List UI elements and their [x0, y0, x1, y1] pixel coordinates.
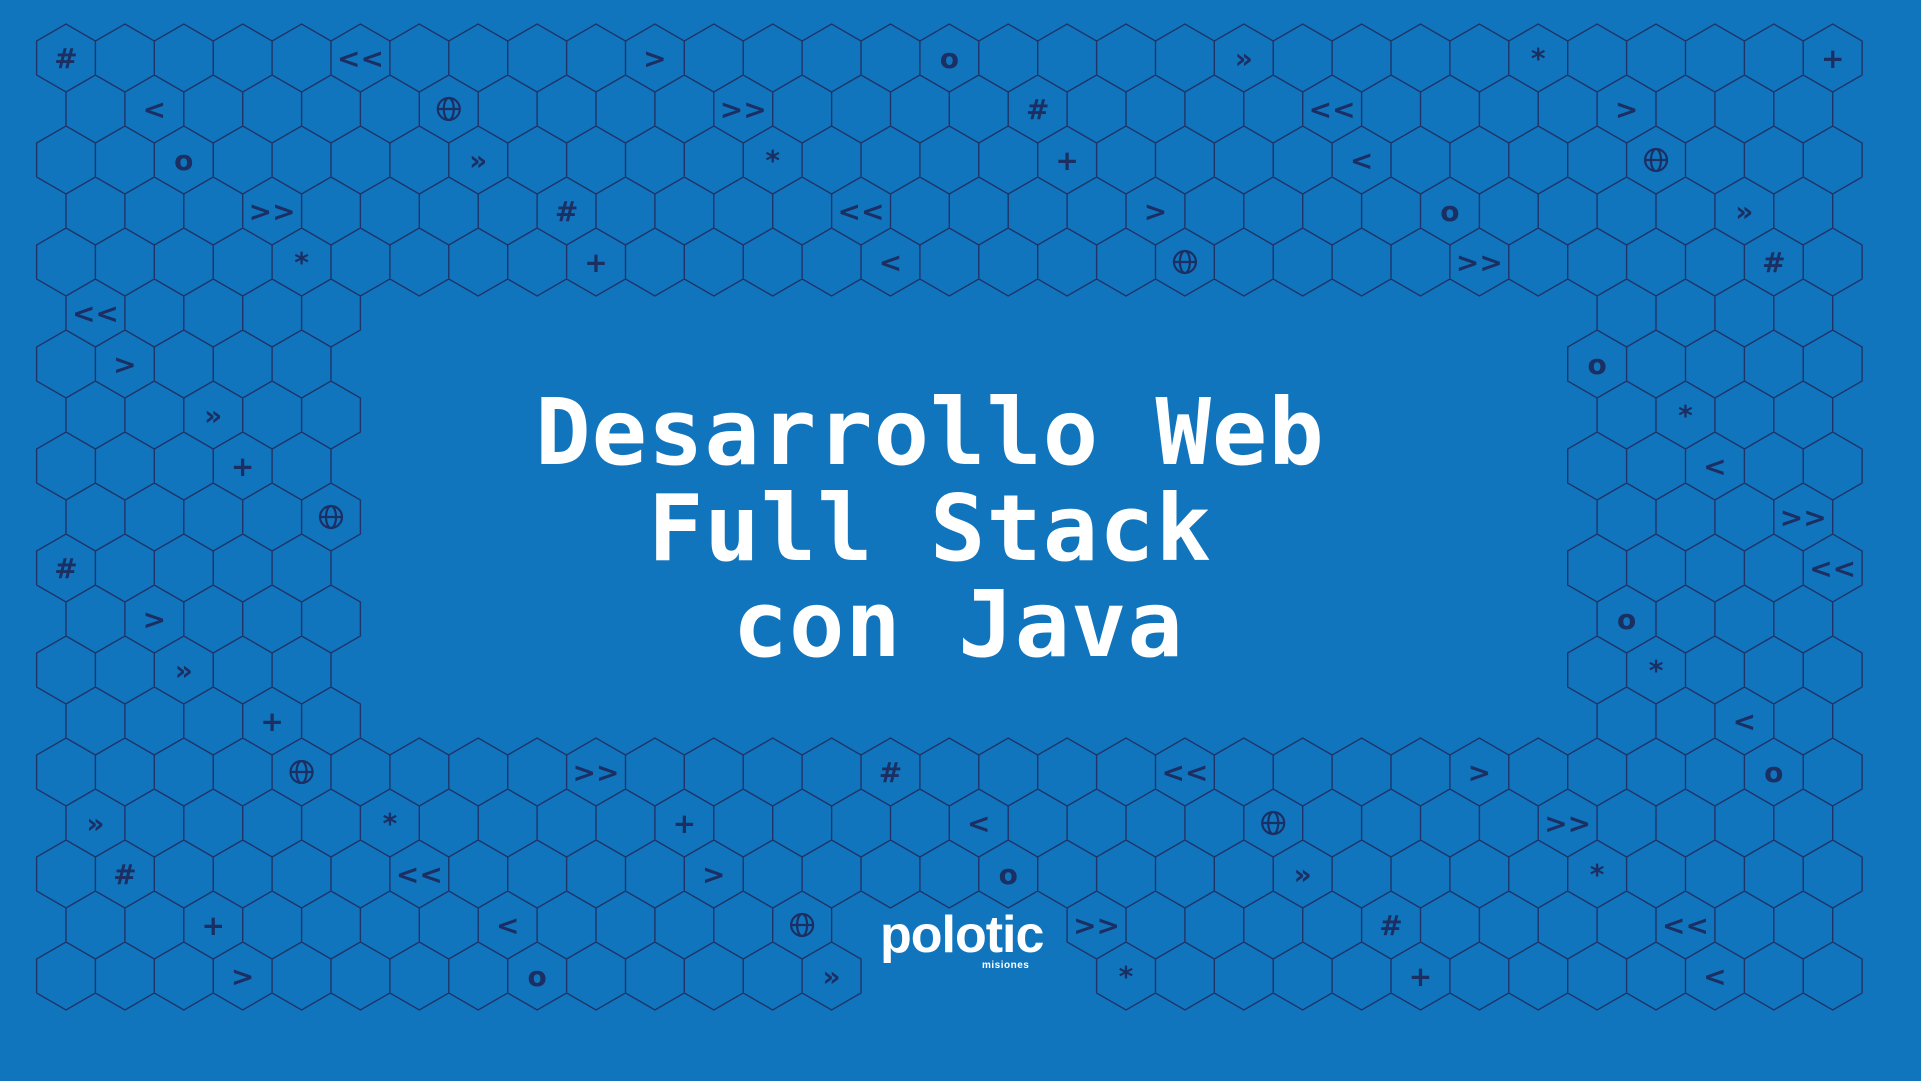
- pattern-glyph: >>: [720, 93, 767, 126]
- pattern-glyph: *: [383, 807, 398, 840]
- pattern-glyph: >>: [1073, 909, 1120, 942]
- pattern-glyph: >: [643, 42, 666, 75]
- pattern-glyph: +: [201, 909, 224, 942]
- pattern-glyph: »: [204, 399, 222, 432]
- pattern-glyph: o: [1440, 195, 1459, 228]
- pattern-glyph: #: [1379, 909, 1402, 942]
- pattern-glyph: #: [555, 195, 578, 228]
- pattern-glyph: <<: [337, 42, 384, 75]
- pattern-glyph: <<: [1662, 909, 1709, 942]
- pattern-glyph: #: [1762, 246, 1785, 279]
- pattern-glyph: o: [1588, 348, 1607, 381]
- pattern-glyph: <<: [1809, 552, 1856, 585]
- pattern-glyph: o: [999, 858, 1018, 891]
- pattern-glyph: #: [879, 756, 902, 789]
- pattern-glyph: »: [175, 654, 193, 687]
- pattern-glyph: *: [1531, 42, 1546, 75]
- pattern-glyph: +: [231, 450, 254, 483]
- pattern-glyph: >>: [1456, 246, 1503, 279]
- pattern-glyph: >: [1144, 195, 1167, 228]
- pattern-glyph: »: [823, 960, 841, 993]
- pattern-glyph: +: [260, 705, 283, 738]
- pattern-glyph: >>: [1544, 807, 1591, 840]
- banner: # << > o» * + < >> # << > o» * + < >> # << > o» * + < >> # << > o» *…: [0, 0, 1921, 1081]
- pattern-glyph: o: [940, 42, 959, 75]
- pattern-glyph: <<: [1309, 93, 1356, 126]
- pattern-glyph: <<: [1161, 756, 1208, 789]
- globe-icon: [1172, 249, 1198, 275]
- title-line-1: Desarrollo Web: [535, 379, 1325, 486]
- pattern-glyph: o: [1764, 756, 1783, 789]
- pattern-glyph: <: [496, 909, 519, 942]
- course-title: Desarrollo Web Full Stack con Java: [340, 385, 1520, 673]
- pattern-glyph: #: [54, 552, 77, 585]
- pattern-glyph: <: [1703, 450, 1726, 483]
- pattern-glyph: >: [1468, 756, 1491, 789]
- pattern-glyph: #: [1026, 93, 1049, 126]
- pattern-glyph: »: [1235, 42, 1253, 75]
- pattern-glyph: >: [702, 858, 725, 891]
- pattern-glyph: <: [967, 807, 990, 840]
- globe-icon: [318, 504, 344, 530]
- pattern-glyph: <: [879, 246, 902, 279]
- globe-icon: [436, 96, 461, 122]
- pattern-glyph: *: [765, 144, 780, 177]
- pattern-glyph: <: [1703, 960, 1726, 993]
- pattern-glyph: #: [54, 42, 77, 75]
- pattern-glyph: >: [113, 348, 136, 381]
- pattern-glyph: <: [1350, 144, 1373, 177]
- pattern-glyph: >>: [573, 756, 620, 789]
- polotic-logo: polotic misiones: [860, 905, 1060, 985]
- pattern-glyph: <<: [396, 858, 443, 891]
- globe-icon: [1261, 810, 1286, 836]
- pattern-glyph: *: [1678, 399, 1693, 432]
- pattern-glyph: »: [86, 807, 104, 840]
- pattern-glyph: <<: [72, 297, 119, 330]
- globe-icon: [1643, 147, 1669, 173]
- title-line-2: Full Stack: [648, 475, 1212, 582]
- pattern-glyph: +: [1409, 960, 1432, 993]
- logo-brand: polotic: [880, 906, 1044, 964]
- pattern-glyph: >: [231, 960, 254, 993]
- title-line-3: con Java: [676, 571, 1184, 678]
- pattern-glyph: #: [113, 858, 136, 891]
- pattern-glyph: o: [1617, 603, 1636, 636]
- pattern-glyph: *: [1590, 858, 1605, 891]
- pattern-glyph: *: [1649, 654, 1664, 687]
- pattern-glyph: >>: [1780, 501, 1827, 534]
- pattern-glyph: >: [143, 603, 166, 636]
- pattern-glyph: >: [1615, 93, 1638, 126]
- pattern-glyph: »: [469, 144, 487, 177]
- pattern-glyph: >>: [249, 195, 296, 228]
- pattern-glyph: <: [1733, 705, 1756, 738]
- pattern-glyph: *: [294, 246, 309, 279]
- pattern-glyph: <<: [838, 195, 885, 228]
- pattern-glyph: +: [1821, 42, 1844, 75]
- globe-icon: [790, 912, 815, 938]
- pattern-glyph: +: [584, 246, 607, 279]
- logo-subtitle: misiones: [982, 960, 1030, 971]
- pattern-glyph: <: [143, 93, 166, 126]
- pattern-glyph: +: [1055, 144, 1078, 177]
- pattern-glyph: *: [1119, 960, 1134, 993]
- pattern-glyph: »: [1294, 858, 1312, 891]
- pattern-glyph: +: [673, 807, 696, 840]
- pattern-glyph: »: [1735, 195, 1753, 228]
- globe-icon: [289, 759, 314, 785]
- pattern-glyph: o: [527, 960, 546, 993]
- pattern-glyph: o: [174, 144, 193, 177]
